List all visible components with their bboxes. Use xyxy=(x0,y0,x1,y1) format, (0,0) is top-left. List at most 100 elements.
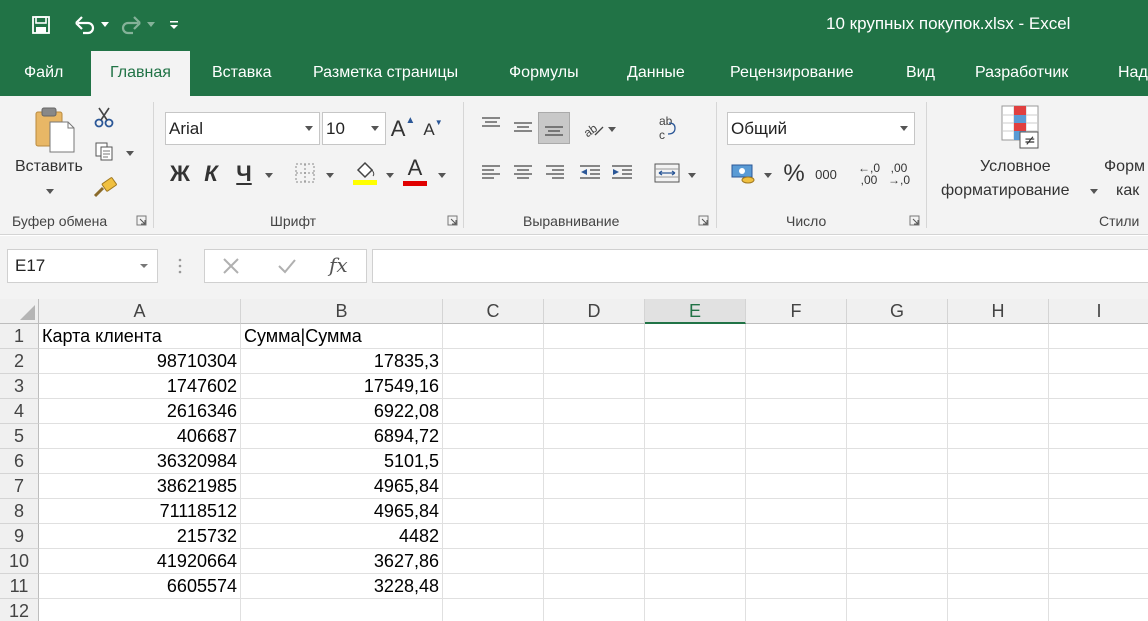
undo-dropdown-icon[interactable] xyxy=(100,12,110,38)
worksheet-grid[interactable]: A B C D E F G H I 1 2 3 4 5 6 7 8 9 10 1… xyxy=(0,299,1148,621)
font-launcher-icon[interactable] xyxy=(447,215,458,226)
copy-dropdown-icon[interactable] xyxy=(126,151,134,156)
number-launcher-icon[interactable] xyxy=(909,215,920,226)
tab-addins[interactable]: Над xyxy=(1118,50,1148,96)
orientation-dropdown-icon[interactable] xyxy=(608,127,616,132)
copy-icon[interactable] xyxy=(93,140,115,162)
accounting-dropdown-icon[interactable] xyxy=(764,173,772,178)
empty-cell[interactable] xyxy=(544,474,645,499)
empty-cell[interactable] xyxy=(847,399,948,424)
tab-review[interactable]: Рецензирование xyxy=(730,50,854,96)
tab-file[interactable]: Файл xyxy=(24,50,63,96)
drag-handle-icon[interactable] xyxy=(178,256,182,276)
merge-dropdown-icon[interactable] xyxy=(688,173,696,178)
decrease-decimal-button[interactable]: ,00 →,0 xyxy=(886,160,912,188)
empty-cell[interactable] xyxy=(645,549,746,574)
tab-formulas[interactable]: Формулы xyxy=(509,50,579,96)
empty-cell[interactable] xyxy=(544,599,645,621)
cell-a7[interactable]: 38621985 xyxy=(39,474,241,499)
align-bottom-icon[interactable] xyxy=(538,112,570,144)
empty-cell[interactable] xyxy=(1049,549,1148,574)
empty-cell[interactable] xyxy=(847,574,948,599)
column-header-e[interactable]: E xyxy=(645,299,746,324)
empty-cell[interactable] xyxy=(847,474,948,499)
paste-button[interactable] xyxy=(28,106,78,154)
increase-font-size-button[interactable]: A ▲ xyxy=(391,115,416,142)
tab-page-layout[interactable]: Разметка страницы xyxy=(313,50,458,96)
cell-a4[interactable]: 2616346 xyxy=(39,399,241,424)
empty-cell[interactable] xyxy=(1049,499,1148,524)
merge-center-icon[interactable] xyxy=(653,162,681,184)
empty-cell[interactable] xyxy=(1049,524,1148,549)
font-color-icon[interactable]: A xyxy=(402,156,428,186)
empty-cell[interactable] xyxy=(948,399,1049,424)
empty-cell[interactable] xyxy=(948,324,1049,349)
empty-cell[interactable] xyxy=(847,549,948,574)
empty-cell[interactable] xyxy=(443,524,544,549)
empty-cell[interactable] xyxy=(645,399,746,424)
underline-dropdown-icon[interactable] xyxy=(265,173,273,178)
cell-a10[interactable]: 41920664 xyxy=(39,549,241,574)
empty-cell[interactable] xyxy=(948,424,1049,449)
increase-indent-icon[interactable] xyxy=(609,162,635,184)
column-header-h[interactable]: H xyxy=(948,299,1049,324)
empty-cell[interactable] xyxy=(847,449,948,474)
empty-cell[interactable] xyxy=(948,524,1049,549)
borders-icon[interactable] xyxy=(294,162,316,184)
row-header-3[interactable]: 3 xyxy=(0,374,39,399)
empty-cell[interactable] xyxy=(847,424,948,449)
empty-cell[interactable] xyxy=(948,374,1049,399)
row-header-8[interactable]: 8 xyxy=(0,499,39,524)
accounting-format-icon[interactable] xyxy=(729,160,759,186)
empty-cell[interactable] xyxy=(847,324,948,349)
empty-cell[interactable] xyxy=(948,474,1049,499)
borders-dropdown-icon[interactable] xyxy=(326,173,334,178)
empty-cell[interactable] xyxy=(746,524,847,549)
empty-cell[interactable] xyxy=(948,574,1049,599)
underline-button[interactable]: Ч xyxy=(233,160,255,188)
empty-cell[interactable] xyxy=(645,574,746,599)
tab-home[interactable]: Главная xyxy=(91,51,190,96)
row-header-1[interactable]: 1 xyxy=(0,324,39,349)
cell-b7[interactable]: 4965,84 xyxy=(241,474,443,499)
cell-b9[interactable]: 4482 xyxy=(241,524,443,549)
align-right-icon[interactable] xyxy=(542,162,568,184)
empty-cell[interactable] xyxy=(544,574,645,599)
empty-cell[interactable] xyxy=(443,324,544,349)
empty-cell[interactable] xyxy=(544,399,645,424)
empty-cell[interactable] xyxy=(544,549,645,574)
cell-b12[interactable] xyxy=(241,599,443,621)
empty-cell[interactable] xyxy=(544,424,645,449)
column-header-i[interactable]: I xyxy=(1049,299,1148,324)
column-header-f[interactable]: F xyxy=(746,299,847,324)
empty-cell[interactable] xyxy=(645,499,746,524)
empty-cell[interactable] xyxy=(746,324,847,349)
format-as-table-label-1[interactable]: Форм xyxy=(1104,158,1145,176)
empty-cell[interactable] xyxy=(847,524,948,549)
empty-cell[interactable] xyxy=(645,374,746,399)
percent-style-button[interactable]: % xyxy=(782,160,806,188)
empty-cell[interactable] xyxy=(544,324,645,349)
align-left-icon[interactable] xyxy=(478,162,504,184)
cell-b4[interactable]: 6922,08 xyxy=(241,399,443,424)
select-all-button[interactable] xyxy=(0,299,39,324)
empty-cell[interactable] xyxy=(443,399,544,424)
row-header-11[interactable]: 11 xyxy=(0,574,39,599)
column-header-g[interactable]: G xyxy=(847,299,948,324)
align-middle-icon[interactable] xyxy=(510,116,536,138)
empty-cell[interactable] xyxy=(746,599,847,621)
empty-cell[interactable] xyxy=(645,349,746,374)
empty-cell[interactable] xyxy=(1049,574,1148,599)
empty-cell[interactable] xyxy=(1049,449,1148,474)
cell-a9[interactable]: 215732 xyxy=(39,524,241,549)
empty-cell[interactable] xyxy=(948,349,1049,374)
empty-cell[interactable] xyxy=(948,549,1049,574)
paste-dropdown-icon[interactable] xyxy=(46,189,54,194)
row-header-10[interactable]: 10 xyxy=(0,549,39,574)
alignment-launcher-icon[interactable] xyxy=(698,215,709,226)
empty-cell[interactable] xyxy=(544,349,645,374)
formula-input[interactable] xyxy=(372,249,1148,283)
tab-insert[interactable]: Вставка xyxy=(212,50,271,96)
italic-button[interactable]: К xyxy=(200,160,222,188)
row-header-5[interactable]: 5 xyxy=(0,424,39,449)
